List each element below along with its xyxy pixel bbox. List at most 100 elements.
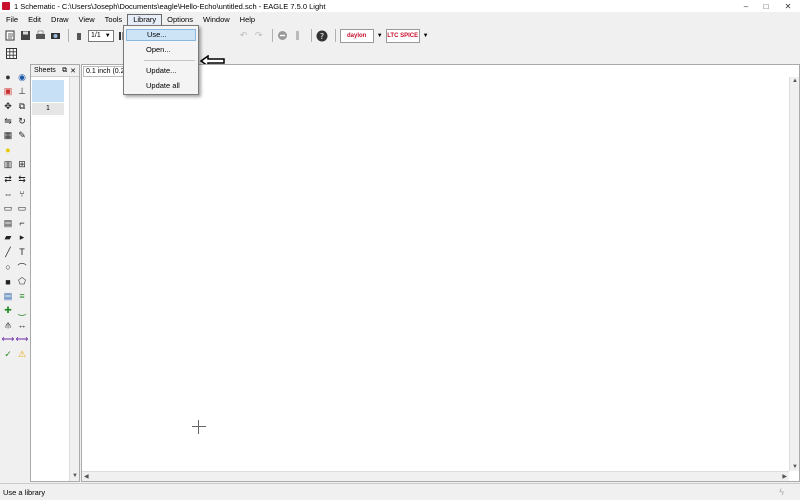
sheet-icon <box>73 30 85 42</box>
menu-help[interactable]: Help <box>235 14 260 26</box>
menu-item-open[interactable]: Open... <box>126 44 196 56</box>
toolbar-separator <box>310 29 312 42</box>
ltspice-logo-text: LTC SPICE <box>387 32 419 39</box>
chevron-down-icon[interactable]: ▼ <box>377 33 383 39</box>
toolbar-separator <box>334 29 336 42</box>
sheets-panel-header: Sheets ⧉ ✕ <box>31 65 79 77</box>
chevron-up-icon[interactable]: ▲ <box>792 78 798 84</box>
errors-icon[interactable]: ⚠ <box>15 347 29 362</box>
mirror-icon[interactable]: ⇋ <box>1 114 15 129</box>
daylon-logo[interactable]: daylon <box>339 28 374 43</box>
mark-icon[interactable]: ⊥ <box>15 85 29 100</box>
text-icon[interactable]: T <box>15 245 29 260</box>
delete-icon[interactable]: ▥ <box>1 158 15 173</box>
smash-icon[interactable]: ▤ <box>1 216 15 231</box>
window-title: 1 Schematic - C:\Users\Joseph\Documents\… <box>14 1 326 11</box>
wire-icon[interactable]: ╱ <box>1 245 15 260</box>
menu-separator <box>144 60 195 61</box>
undo-icon[interactable]: ↶ <box>238 30 250 42</box>
group-icon[interactable]: ▦ <box>1 128 15 143</box>
net-icon[interactable]: ≡ <box>15 289 29 304</box>
menu-item-use[interactable]: Use... <box>126 29 196 41</box>
command-toolbar: ● ◉ ▣ ⊥ ✥ ⧉ ⇋ ↻ ▦ ✎ ● ▥ ⊞ ⇄ ⇆ ⇔ ⑂ ▭ ▭ ▤ ⌐ ▰ ▸ ╱ T ○ ⌒ ■ ⬠ ▤ ≡ ✚ ⏝ ⫛ ↔ ⟷ ⟷ ✓ ⚠ <box>0 64 29 482</box>
menu-options[interactable]: Options <box>162 14 198 26</box>
split-icon[interactable]: ⑂ <box>15 187 29 202</box>
main-toolbar: 1/1 ▼ ↶ ↷ ? daylon ▼ LTC SPICE ▼ <box>0 27 800 68</box>
cam-icon[interactable] <box>49 30 61 42</box>
menu-view[interactable]: View <box>74 14 100 26</box>
menu-item-update[interactable]: Update... <box>126 65 196 77</box>
menu-tools[interactable]: Tools <box>100 14 128 26</box>
menu-window[interactable]: Window <box>198 14 235 26</box>
miter-icon[interactable]: ⌐ <box>15 216 29 231</box>
maximize-button[interactable]: □ <box>756 0 776 12</box>
move-icon[interactable]: ✥ <box>1 99 15 114</box>
eagle-app-icon <box>2 2 10 10</box>
frame2-icon[interactable]: ⟷ <box>15 333 29 348</box>
chevron-left-icon[interactable]: ◀ <box>84 473 89 480</box>
float-icon[interactable]: ⧉ <box>62 67 67 75</box>
info-icon[interactable]: ● <box>1 70 15 85</box>
sheets-scrollbar[interactable]: ▼ <box>69 77 79 481</box>
label-icon[interactable]: ⏝ <box>15 304 29 319</box>
status-bar: Use a library ϟ <box>0 483 800 500</box>
change-icon[interactable]: ✎ <box>15 128 29 143</box>
print-icon[interactable] <box>34 30 46 42</box>
chevron-right-icon[interactable]: ▶ <box>782 473 787 480</box>
menu-draw[interactable]: Draw <box>46 14 74 26</box>
vertical-scrollbar[interactable]: ▲ ▼ <box>789 77 799 471</box>
save-icon[interactable] <box>19 30 31 42</box>
chevron-down-icon[interactable]: ▼ <box>792 464 798 470</box>
attribute-icon[interactable]: ⫛ <box>1 318 15 333</box>
help-icon[interactable]: ? <box>316 30 328 42</box>
horizontal-scrollbar[interactable]: ◀ ▶ <box>82 471 789 481</box>
value-icon[interactable]: ▭ <box>15 201 29 216</box>
pinswap-icon[interactable]: ⇄ <box>1 172 15 187</box>
paste-icon[interactable]: ● <box>1 143 15 158</box>
window-controls: – □ ✕ <box>736 0 800 12</box>
sheet-number: 1 <box>32 103 64 115</box>
replace-icon[interactable]: ⇔ <box>1 187 15 202</box>
ltspice-logo[interactable]: LTC SPICE <box>385 28 420 43</box>
menu-library[interactable]: Library <box>127 13 163 26</box>
stop-icon[interactable] <box>277 30 289 42</box>
rotate-icon[interactable]: ↻ <box>15 114 29 129</box>
schematic-editor: 0.1 inch (0.2 ▲ ▼ ◀ ▶ <box>81 64 800 482</box>
go-icon[interactable] <box>292 30 304 42</box>
menu-file[interactable]: File <box>1 14 23 26</box>
redo-icon[interactable]: ↷ <box>253 30 265 42</box>
drawing-canvas[interactable] <box>82 77 789 471</box>
junction-icon[interactable]: ✚ <box>1 304 15 319</box>
layers-icon[interactable]: ▣ <box>1 85 15 100</box>
dimension-icon[interactable]: ↔ <box>15 318 29 333</box>
rect-icon[interactable]: ■ <box>1 274 15 289</box>
sheet-thumbnail[interactable] <box>32 80 64 102</box>
sheet-combo[interactable]: 1/1 ▼ <box>88 29 114 42</box>
lightning-icon: ϟ <box>779 487 784 497</box>
arc-icon[interactable]: ⌒ <box>15 260 29 275</box>
chevron-down-icon[interactable]: ▼ <box>423 33 429 39</box>
open-icon[interactable] <box>4 30 16 42</box>
polygon-icon[interactable]: ⬠ <box>15 274 29 289</box>
gateswap-icon[interactable]: ⇆ <box>15 172 29 187</box>
toolbar-separator <box>271 29 273 42</box>
close-icon[interactable]: ✕ <box>70 67 76 75</box>
grid-icon[interactable] <box>5 47 17 59</box>
chevron-down-icon[interactable]: ▼ <box>72 473 78 479</box>
add-icon[interactable]: ⊞ <box>15 158 29 173</box>
chevron-down-icon: ▼ <box>104 32 111 39</box>
eye-icon[interactable]: ◉ <box>15 70 29 85</box>
invoke-icon[interactable]: ▰ <box>1 231 15 246</box>
name-icon[interactable]: ▭ <box>1 201 15 216</box>
copy-icon[interactable]: ⧉ <box>15 99 29 114</box>
frame-icon[interactable]: ⟷ <box>1 333 15 348</box>
erc-icon[interactable]: ✓ <box>1 347 15 362</box>
minimize-button[interactable]: – <box>736 0 756 12</box>
menu-edit[interactable]: Edit <box>23 14 46 26</box>
circle-icon[interactable]: ○ <box>1 260 15 275</box>
sheet-combo-value: 1/1 <box>91 32 101 39</box>
menu-item-update-all[interactable]: Update all <box>126 80 196 92</box>
bus-icon[interactable]: ▤ <box>1 289 15 304</box>
close-button[interactable]: ✕ <box>776 0 800 12</box>
optimize-icon[interactable]: ▸ <box>15 231 29 246</box>
